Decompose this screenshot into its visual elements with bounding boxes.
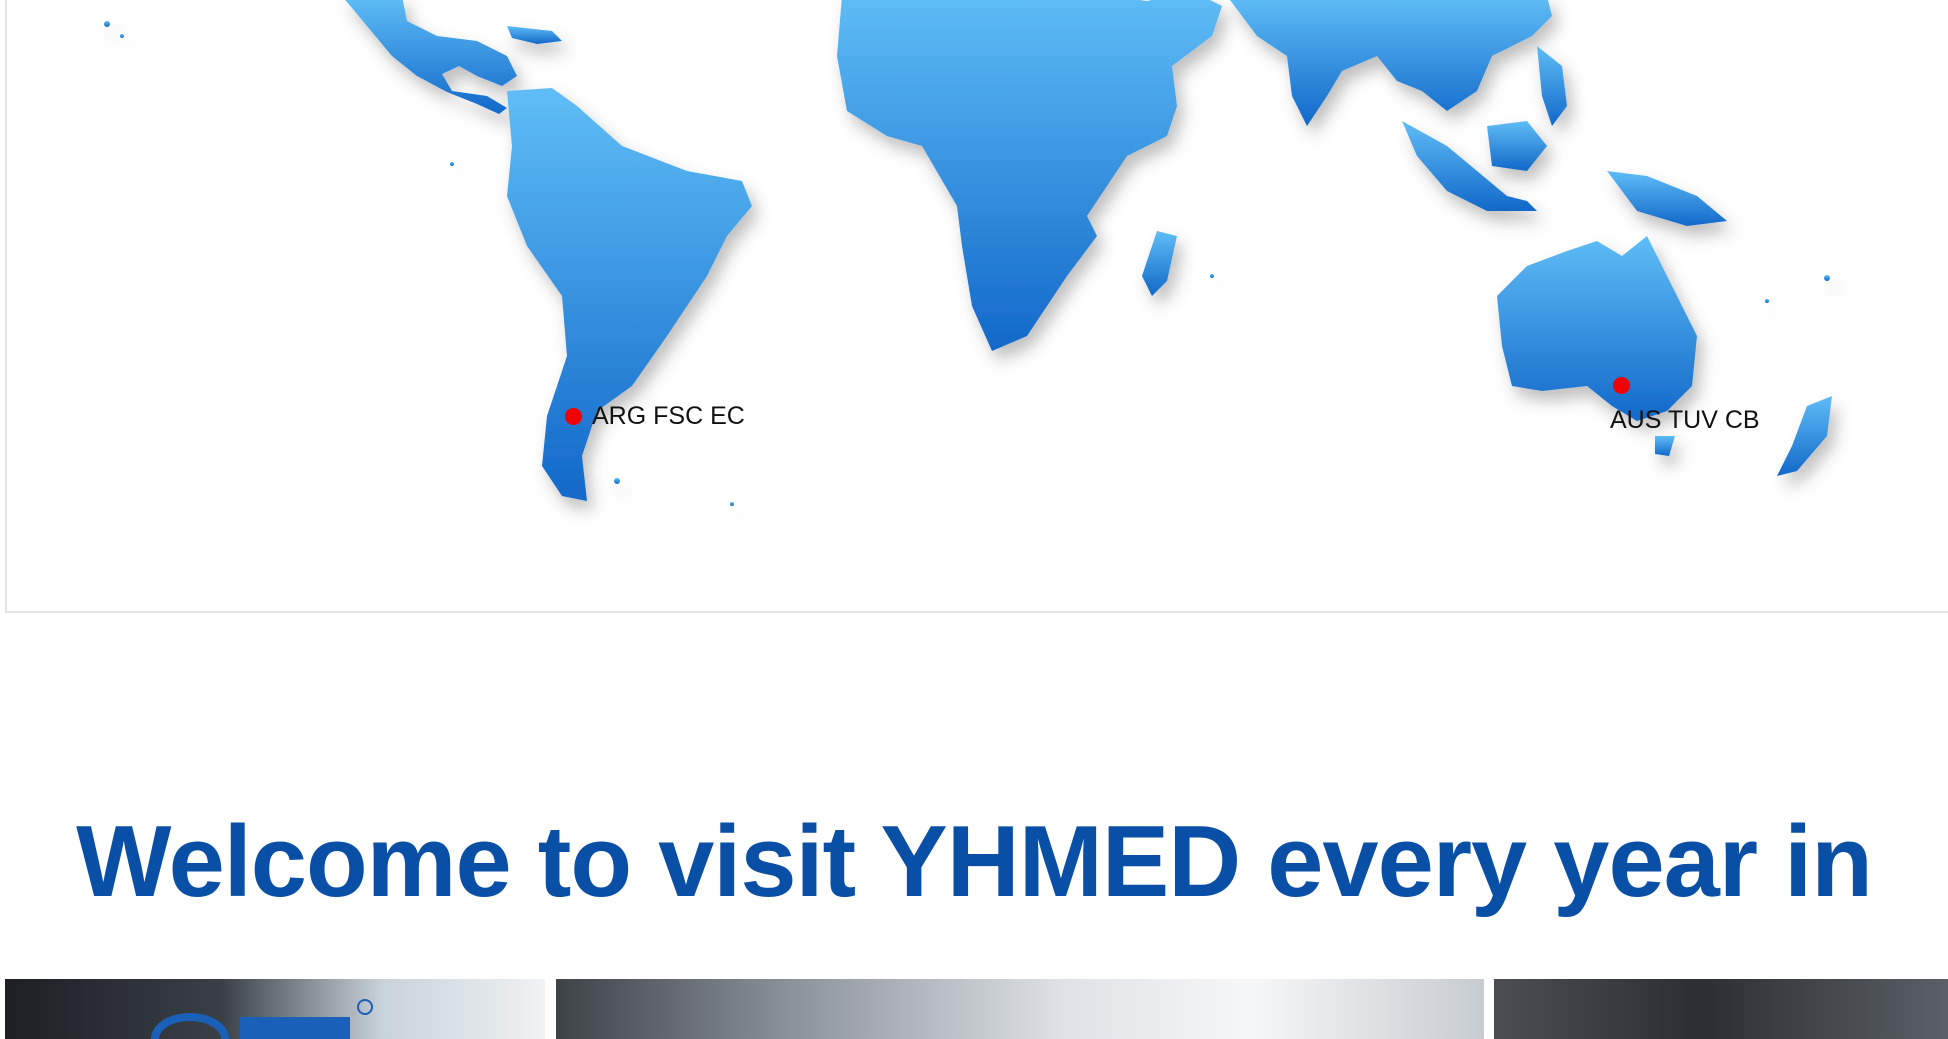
new-zealand-land bbox=[1777, 396, 1832, 476]
marker-label-arg: ARG FSC EC bbox=[592, 402, 745, 430]
exhibition-booth-photo[interactable] bbox=[5, 979, 545, 1039]
borneo-land bbox=[1487, 121, 1547, 171]
south-america-land bbox=[507, 88, 752, 501]
exhibition-hall-photo[interactable] bbox=[556, 979, 1484, 1039]
caribbean-islands bbox=[507, 26, 562, 44]
africa-land bbox=[837, 0, 1222, 351]
australia-land bbox=[1497, 236, 1697, 421]
marker-dot-aus bbox=[1613, 377, 1630, 394]
marker-arg: ARG FSC EC bbox=[565, 402, 745, 431]
world-map-panel: ARG FSC EC AUS TUV CB bbox=[5, 0, 1948, 613]
photo-strip bbox=[5, 979, 1948, 1039]
welcome-heading: Welcome to visit YHMED every year in bbox=[76, 806, 1873, 918]
new-guinea-land bbox=[1607, 171, 1727, 226]
japan-islands bbox=[1537, 46, 1567, 126]
asia-land bbox=[1230, 0, 1552, 126]
world-map bbox=[104, 0, 1832, 506]
madagascar-land bbox=[1142, 231, 1177, 296]
marker-label-aus: AUS TUV CB bbox=[1610, 406, 1760, 434]
north-america-land bbox=[345, 0, 517, 114]
tasmania-land bbox=[1655, 436, 1675, 456]
marker-dot bbox=[565, 408, 582, 425]
exhibition-ceiling-photo[interactable] bbox=[1494, 979, 1948, 1039]
brand-logo-icon bbox=[151, 999, 373, 1039]
